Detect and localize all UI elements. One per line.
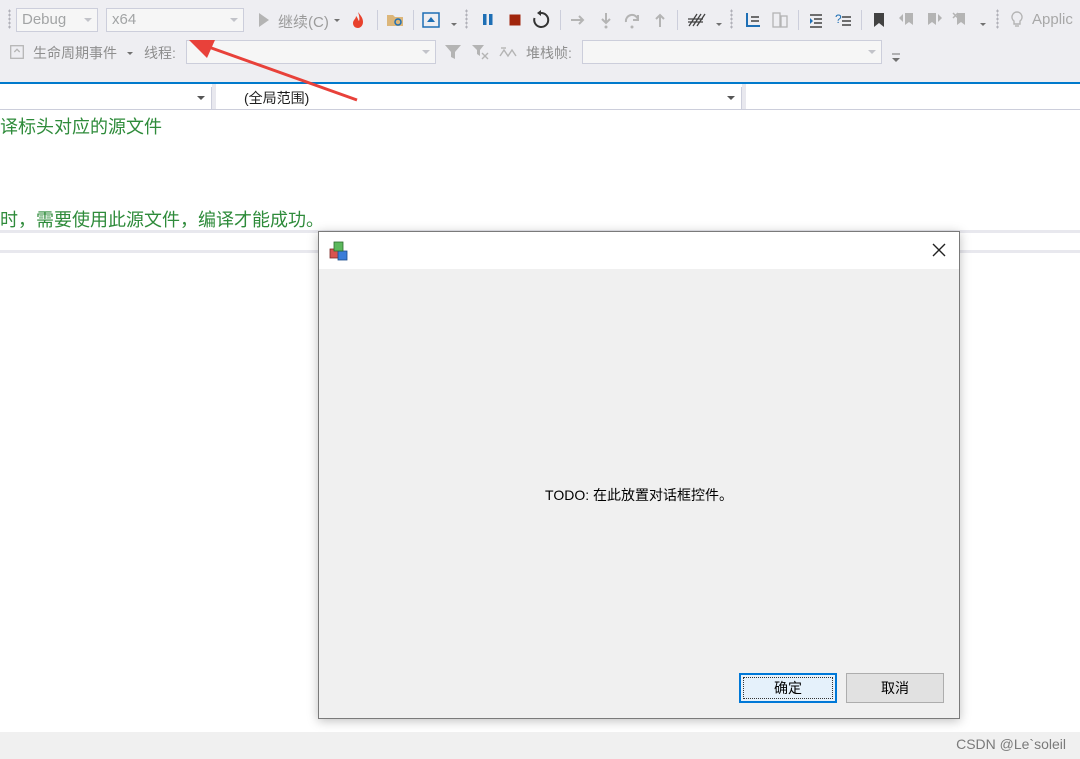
platform-dropdown[interactable]: x64 bbox=[106, 8, 244, 32]
bookmark-icon[interactable] bbox=[869, 10, 889, 30]
chevron-down-icon[interactable] bbox=[978, 14, 988, 34]
chevron-down-icon bbox=[727, 96, 735, 100]
chevron-down-icon[interactable] bbox=[125, 43, 135, 63]
lightbulb-icon[interactable] bbox=[1007, 10, 1027, 30]
play-icon[interactable] bbox=[254, 10, 274, 30]
dialog-window: TODO: 在此放置对话框控件。 确定 取消 bbox=[318, 231, 960, 719]
chevron-down-icon bbox=[84, 18, 92, 22]
lifecycle-events-dropdown[interactable]: 生命周期事件 bbox=[33, 43, 117, 63]
uncomment-lines-icon[interactable]: ? bbox=[833, 10, 853, 30]
toolbar-overflow-icon[interactable] bbox=[890, 49, 902, 69]
pause-icon[interactable] bbox=[478, 10, 498, 30]
debug-location-toolbar: 生命周期事件 线程: 堆栈帧: bbox=[0, 38, 1080, 82]
threads-icon[interactable] bbox=[686, 10, 706, 30]
format-icon[interactable] bbox=[770, 10, 790, 30]
status-bar bbox=[0, 732, 1080, 759]
app-icon bbox=[329, 241, 348, 261]
lifecycle-icon bbox=[10, 45, 24, 59]
cancel-button[interactable]: 取消 bbox=[846, 673, 944, 703]
separator bbox=[861, 10, 862, 30]
toolbar-grip[interactable] bbox=[465, 9, 468, 29]
chevron-down-icon bbox=[422, 50, 430, 54]
comment-lines-icon[interactable] bbox=[806, 10, 826, 30]
watermark: CSDN @Le`soleil bbox=[956, 736, 1066, 752]
step-over-icon[interactable] bbox=[622, 10, 642, 30]
member-dropdown[interactable] bbox=[746, 87, 1080, 109]
close-icon[interactable] bbox=[927, 238, 951, 262]
stack-frame-label: 堆栈帧: bbox=[526, 45, 572, 61]
platform-value: x64 bbox=[112, 11, 137, 28]
debug-toolbar: Debug x64 继续(C) ? Applic bbox=[0, 0, 1080, 38]
application-insights-button[interactable]: Applic bbox=[1032, 11, 1073, 28]
annotation-arrow bbox=[189, 40, 358, 102]
stop-icon[interactable] bbox=[505, 10, 525, 30]
dialog-title-bar[interactable] bbox=[319, 232, 959, 269]
show-threads-icon[interactable] bbox=[498, 42, 518, 62]
folder-search-icon[interactable] bbox=[385, 10, 405, 30]
previous-bookmark-icon[interactable] bbox=[897, 10, 917, 30]
separator bbox=[560, 10, 561, 30]
filter-icon[interactable] bbox=[443, 42, 463, 62]
next-bookmark-icon[interactable] bbox=[924, 10, 944, 30]
svg-text:?: ? bbox=[835, 12, 842, 26]
show-next-statement-icon[interactable] bbox=[568, 10, 588, 30]
clear-bookmarks-icon[interactable] bbox=[951, 10, 971, 30]
stack-frame-dropdown[interactable] bbox=[582, 40, 882, 64]
separator bbox=[413, 10, 414, 30]
toolbar-grip[interactable] bbox=[730, 9, 733, 29]
chevron-down-icon bbox=[230, 18, 238, 22]
chevron-down-icon[interactable] bbox=[449, 14, 459, 34]
separator bbox=[798, 10, 799, 30]
breakpoint-pointer-icon[interactable] bbox=[743, 10, 763, 30]
dialog-message: TODO: 在此放置对话框控件。 bbox=[545, 487, 733, 503]
hot-reload-icon[interactable] bbox=[348, 10, 368, 30]
chevron-down-icon bbox=[868, 50, 876, 54]
config-dropdown[interactable]: Debug bbox=[16, 8, 98, 32]
toolbar-grip[interactable] bbox=[8, 9, 11, 29]
ok-button[interactable]: 确定 bbox=[739, 673, 837, 703]
project-scope-dropdown[interactable] bbox=[0, 87, 212, 109]
thread-label: 线程: bbox=[144, 45, 176, 61]
code-comment-line: 时，需要使用此源文件，编译才能成功。 bbox=[0, 210, 324, 231]
restart-icon[interactable] bbox=[531, 10, 551, 30]
code-comment-line: 译标头对应的源文件 bbox=[0, 117, 162, 138]
continue-button[interactable]: 继续(C) bbox=[278, 11, 329, 32]
toolbar-grip[interactable] bbox=[996, 9, 999, 29]
flag-filter-icon[interactable] bbox=[470, 42, 490, 62]
step-out-icon[interactable] bbox=[650, 10, 670, 30]
chevron-down-icon[interactable] bbox=[714, 14, 724, 34]
separator bbox=[377, 10, 378, 30]
editor-navigation-bar: (全局范围) bbox=[0, 82, 1080, 110]
step-into-icon[interactable] bbox=[596, 10, 616, 30]
config-value: Debug bbox=[22, 11, 67, 28]
home-frame-icon[interactable] bbox=[421, 10, 441, 30]
chevron-down-icon[interactable] bbox=[332, 10, 342, 30]
separator bbox=[677, 10, 678, 30]
